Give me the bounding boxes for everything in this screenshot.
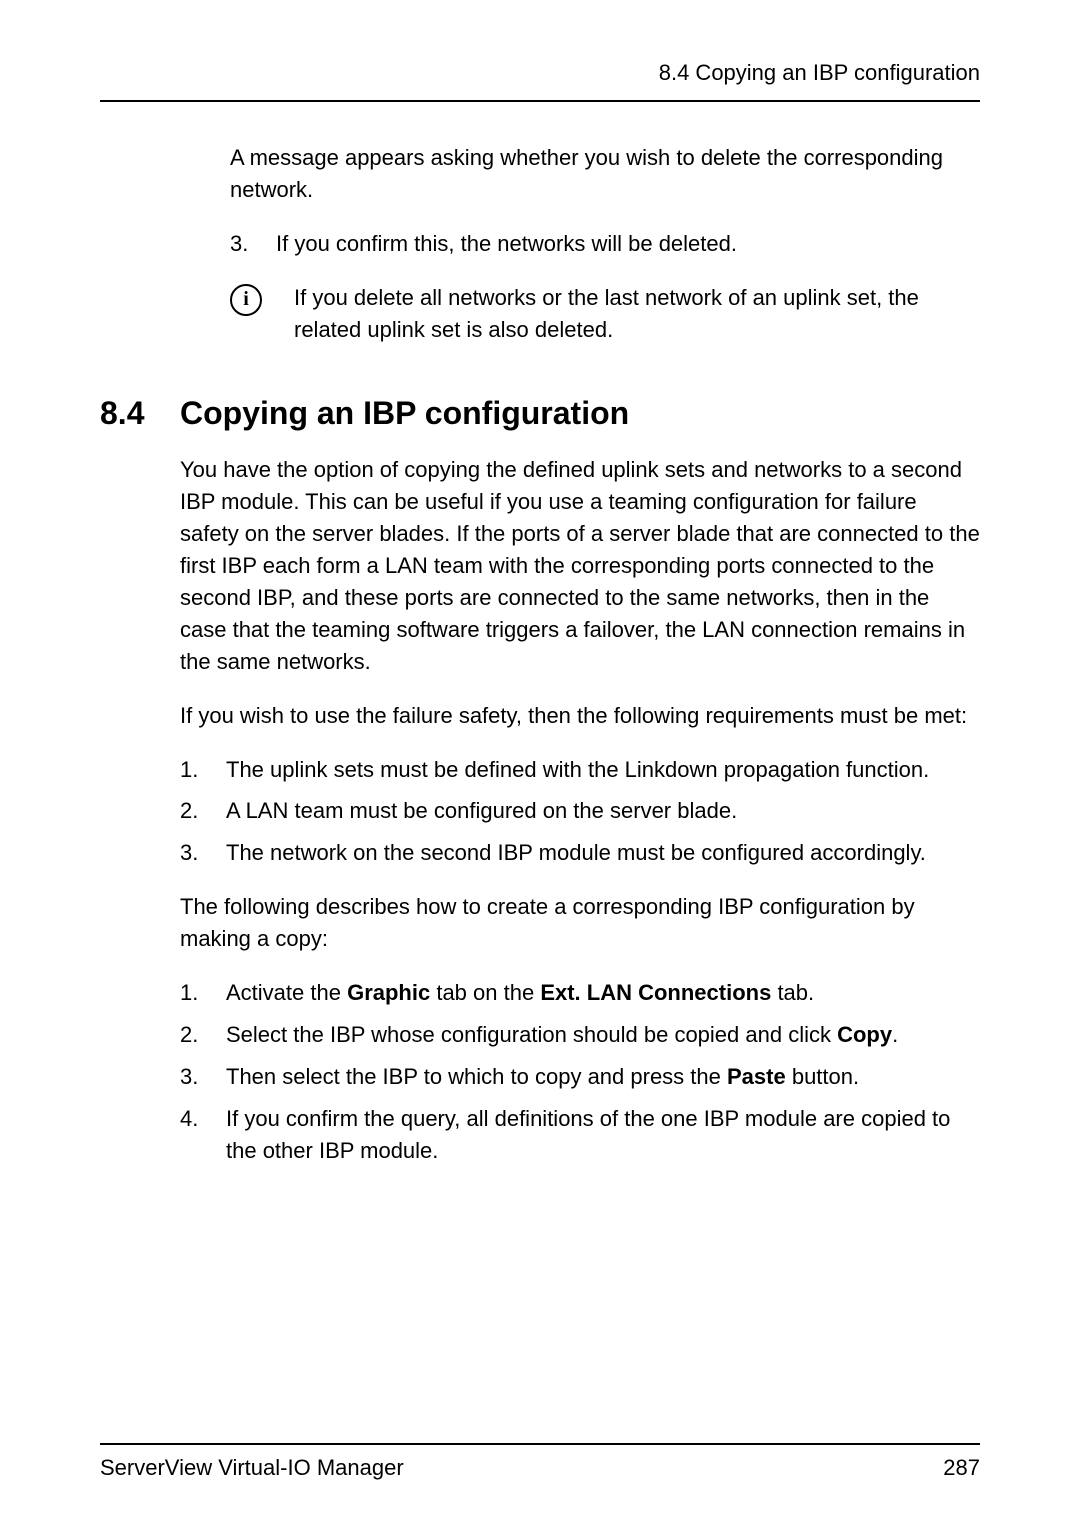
list-text: Activate the Graphic tab on the Ext. LAN… — [226, 977, 980, 1009]
list-number: 4. — [180, 1103, 226, 1167]
steps-list: 1. Activate the Graphic tab on the Ext. … — [180, 977, 980, 1166]
footer-page-number: 287 — [943, 1455, 980, 1481]
list-text: If you confirm the query, all definition… — [226, 1103, 980, 1167]
list-number: 2. — [180, 1019, 226, 1051]
list-text: The uplink sets must be defined with the… — [226, 754, 980, 786]
footer-rule — [100, 1443, 980, 1445]
bold-term: Copy — [837, 1022, 892, 1047]
header-rule — [100, 100, 980, 102]
list-text: The network on the second IBP module mus… — [226, 837, 980, 869]
list-item: 3. Then select the IBP to which to copy … — [180, 1061, 980, 1093]
section-para-2: If you wish to use the failure safety, t… — [180, 700, 980, 732]
intro-message-para: A message appears asking whether you wis… — [230, 142, 980, 206]
intro-block: A message appears asking whether you wis… — [180, 142, 980, 345]
info-icon: i — [230, 284, 262, 316]
list-number: 3. — [180, 1061, 226, 1093]
list-number: 1. — [180, 977, 226, 1009]
requirements-list: 1. The uplink sets must be defined with … — [180, 754, 980, 870]
list-item: 3. The network on the second IBP module … — [180, 837, 980, 869]
running-title: 8.4 Copying an IBP configuration — [659, 60, 980, 85]
list-item: 1. Activate the Graphic tab on the Ext. … — [180, 977, 980, 1009]
bold-term: Ext. LAN Connections — [540, 980, 771, 1005]
list-item: 1. The uplink sets must be defined with … — [180, 754, 980, 786]
footer-product: ServerView Virtual-IO Manager — [100, 1455, 404, 1481]
list-number: 3. — [230, 228, 276, 260]
section-para-3: The following describes how to create a … — [180, 891, 980, 955]
footer-row: ServerView Virtual-IO Manager 287 — [100, 1455, 980, 1481]
list-number: 3. — [180, 837, 226, 869]
list-number: 1. — [180, 754, 226, 786]
list-text: If you confirm this, the networks will b… — [276, 228, 980, 260]
section-heading: 8.4 Copying an IBP configuration — [100, 395, 980, 432]
running-header: 8.4 Copying an IBP configuration — [100, 60, 980, 86]
note-text: If you delete all networks or the last n… — [294, 282, 980, 346]
note-row: i If you delete all networks or the last… — [230, 282, 980, 346]
bold-term: Paste — [727, 1064, 786, 1089]
list-text: Select the IBP whose configuration shoul… — [226, 1019, 980, 1051]
page-footer: ServerView Virtual-IO Manager 287 — [100, 1443, 980, 1481]
list-text: A LAN team must be configured on the ser… — [226, 795, 980, 827]
list-item: 3. If you confirm this, the networks wil… — [230, 228, 980, 260]
list-text: Then select the IBP to which to copy and… — [226, 1061, 980, 1093]
page-content: A message appears asking whether you wis… — [100, 142, 980, 1443]
section-title: Copying an IBP configuration — [180, 395, 629, 432]
section-number: 8.4 — [100, 395, 180, 432]
intro-list: 3. If you confirm this, the networks wil… — [230, 228, 980, 260]
note-icon-wrap: i — [230, 282, 294, 316]
section-para-1: You have the option of copying the defin… — [180, 454, 980, 677]
list-item: 4. If you confirm the query, all definit… — [180, 1103, 980, 1167]
bold-term: Graphic — [347, 980, 430, 1005]
list-item: 2. Select the IBP whose configuration sh… — [180, 1019, 980, 1051]
list-item: 2. A LAN team must be configured on the … — [180, 795, 980, 827]
list-number: 2. — [180, 795, 226, 827]
